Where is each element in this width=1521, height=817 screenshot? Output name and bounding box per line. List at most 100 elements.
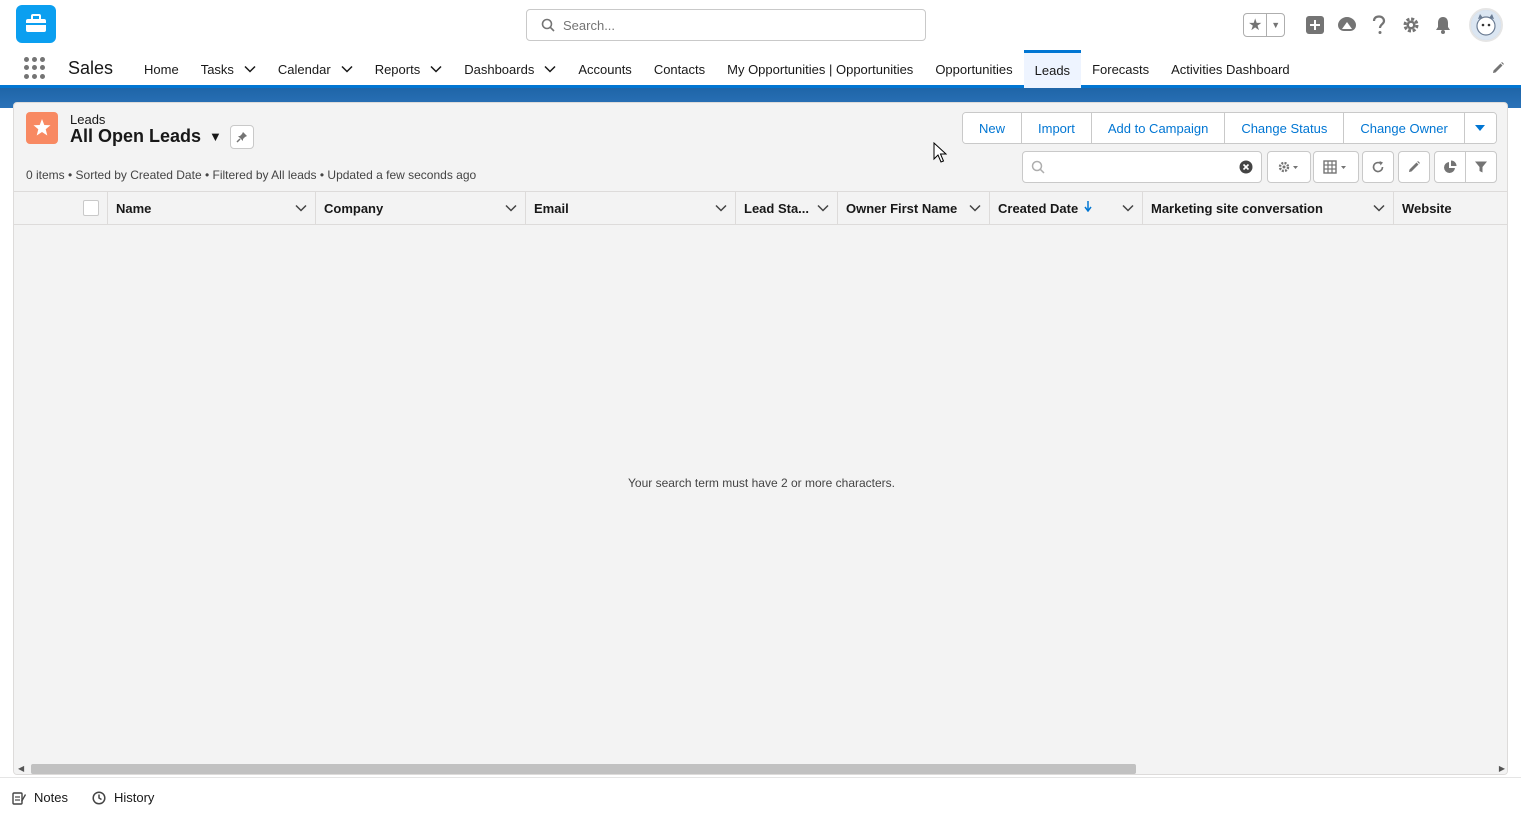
nav-item-label: Dashboards	[464, 61, 535, 77]
filter-icon[interactable]	[1466, 152, 1496, 182]
nav-item-forecasts[interactable]: Forecasts	[1081, 50, 1160, 88]
column-menu-chevron-icon[interactable]	[715, 204, 727, 212]
add-icon[interactable]	[1299, 9, 1331, 41]
utility-item-notes[interactable]: Notes	[12, 790, 68, 805]
list-search[interactable]	[1022, 151, 1262, 183]
column-menu-chevron-icon[interactable]	[969, 204, 981, 212]
nav-item-label: Calendar	[277, 61, 331, 77]
column-header-lead-sta[interactable]: Lead Sta...	[736, 192, 838, 224]
nav-item-reports[interactable]: Reports	[364, 50, 454, 88]
display-as-button[interactable]	[1313, 151, 1359, 183]
nav-item-accounts[interactable]: Accounts	[567, 50, 642, 88]
chart-filter-button-group	[1434, 151, 1497, 183]
global-search[interactable]	[526, 9, 926, 41]
column-header-created-date[interactable]: Created Date	[990, 192, 1143, 224]
column-header-website[interactable]: Website	[1394, 192, 1507, 224]
list-view-title: All Open Leads	[70, 126, 202, 146]
column-header-owner-first-name[interactable]: Owner First Name	[838, 192, 990, 224]
nav-item-label: Home	[144, 61, 179, 77]
horizontal-scrollbar[interactable]: ◀ ▶	[14, 762, 1507, 774]
chevron-down-icon[interactable]	[341, 65, 353, 73]
nav-item-home[interactable]: Home	[133, 50, 190, 88]
empty-state-message: Your search term must have 2 or more cha…	[628, 476, 895, 490]
column-header-marketing-site-conversation[interactable]: Marketing site conversation	[1143, 192, 1394, 224]
favorites-dropdown-icon[interactable]: ▼	[1267, 14, 1284, 36]
pin-icon	[236, 132, 247, 143]
clear-search-icon[interactable]	[1239, 160, 1253, 174]
nav-bar: Sales Home Tasks Calendar Reports Dashboards…	[0, 50, 1521, 88]
list-view-picker[interactable]: All Open Leads ▼	[70, 126, 222, 147]
nav-item-opportunities[interactable]: Opportunities	[924, 50, 1023, 88]
chart-icon[interactable]	[1435, 152, 1466, 182]
column-menu-chevron-icon[interactable]	[295, 204, 307, 212]
nav-item-dashboards[interactable]: Dashboards	[453, 50, 567, 88]
more-actions-button[interactable]	[1464, 113, 1496, 143]
chevron-down-icon[interactable]	[244, 65, 256, 73]
nav-item-leads[interactable]: Leads	[1023, 50, 1082, 88]
pin-list-view-button[interactable]	[230, 125, 254, 149]
caret-down-icon[interactable]: ▼	[209, 129, 222, 144]
column-header-label: Company	[324, 200, 384, 216]
list-view-meta: 0 items • Sorted by Created Date • Filte…	[26, 168, 477, 182]
table-header: Name Company Email Lead Sta... Owner First N…	[14, 191, 1507, 225]
inline-edit-button[interactable]	[1398, 151, 1430, 183]
briefcase-icon	[26, 14, 46, 32]
scroll-right-icon[interactable]: ▶	[1499, 764, 1505, 773]
object-label: Leads	[70, 112, 106, 127]
column-menu-chevron-icon[interactable]	[1373, 204, 1385, 212]
scrollbar-thumb[interactable]	[31, 764, 1136, 774]
import-button[interactable]: Import	[1022, 113, 1092, 143]
utility-item-history[interactable]: History	[92, 790, 154, 805]
column-menu-chevron-icon[interactable]	[817, 204, 829, 212]
column-menu-chevron-icon[interactable]	[505, 204, 517, 212]
list-view-controls-button[interactable]	[1267, 151, 1311, 183]
column-header-company[interactable]: Company	[316, 192, 526, 224]
select-all-checkbox[interactable]	[83, 200, 99, 216]
chevron-down-icon[interactable]	[430, 65, 442, 73]
nav-item-activities-dashboard[interactable]: Activities Dashboard	[1160, 50, 1301, 88]
utility-item-label: Notes	[34, 790, 68, 805]
mouse-cursor-icon	[933, 142, 947, 163]
column-header-label: Name	[116, 200, 152, 216]
notifications-bell-icon[interactable]	[1427, 9, 1459, 41]
column-header-label: Lead Sta...	[744, 200, 810, 216]
scroll-left-icon[interactable]: ◀	[18, 764, 24, 773]
lead-object-icon	[26, 112, 58, 144]
list-search-input[interactable]	[1053, 159, 1239, 175]
pencil-icon	[1409, 161, 1420, 172]
help-icon[interactable]	[1363, 9, 1395, 41]
nav-items: Home Tasks Calendar Reports Dashboards Accoun…	[133, 50, 1301, 88]
change-status-button[interactable]: Change Status	[1225, 113, 1345, 143]
search-icon	[541, 18, 555, 32]
nav-item-label: Leads	[1034, 63, 1071, 78]
column-menu-chevron-icon[interactable]	[1122, 204, 1134, 212]
search-icon	[1031, 160, 1045, 174]
setup-gear-icon[interactable]	[1395, 9, 1427, 41]
notes-icon	[12, 791, 26, 805]
refresh-button[interactable]	[1362, 151, 1394, 183]
change-owner-button[interactable]: Change Owner	[1344, 113, 1465, 143]
edit-nav-pencil-icon[interactable]	[1491, 61, 1505, 78]
table-view-icon	[1323, 160, 1346, 174]
add-to-campaign-button[interactable]: Add to Campaign	[1091, 113, 1226, 143]
new-button[interactable]: New	[963, 113, 1023, 143]
app-logo[interactable]	[16, 5, 56, 43]
app-launcher-icon[interactable]	[24, 57, 46, 79]
utility-bar: Notes History	[0, 777, 1521, 817]
nav-item-my-opportunities-opportunities[interactable]: My Opportunities | Opportunities	[716, 50, 924, 88]
avatar[interactable]	[1469, 8, 1503, 42]
chevron-down-icon[interactable]	[544, 65, 556, 73]
global-header: ★ ▼	[0, 0, 1521, 50]
global-search-input[interactable]	[563, 17, 903, 33]
nav-item-calendar[interactable]: Calendar	[267, 50, 364, 88]
nav-item-label: Accounts	[578, 61, 632, 77]
column-header-name[interactable]: Name	[108, 192, 316, 224]
column-header-label: Website	[1402, 200, 1452, 216]
nav-item-contacts[interactable]: Contacts	[643, 50, 716, 88]
favorites-star-icon[interactable]: ★	[1244, 14, 1268, 36]
favorites-button-group[interactable]: ★ ▼	[1243, 13, 1285, 37]
trailhead-icon[interactable]	[1331, 9, 1363, 41]
nav-item-label: Contacts	[653, 61, 706, 77]
nav-item-tasks[interactable]: Tasks	[190, 50, 267, 88]
column-header-email[interactable]: Email	[526, 192, 736, 224]
